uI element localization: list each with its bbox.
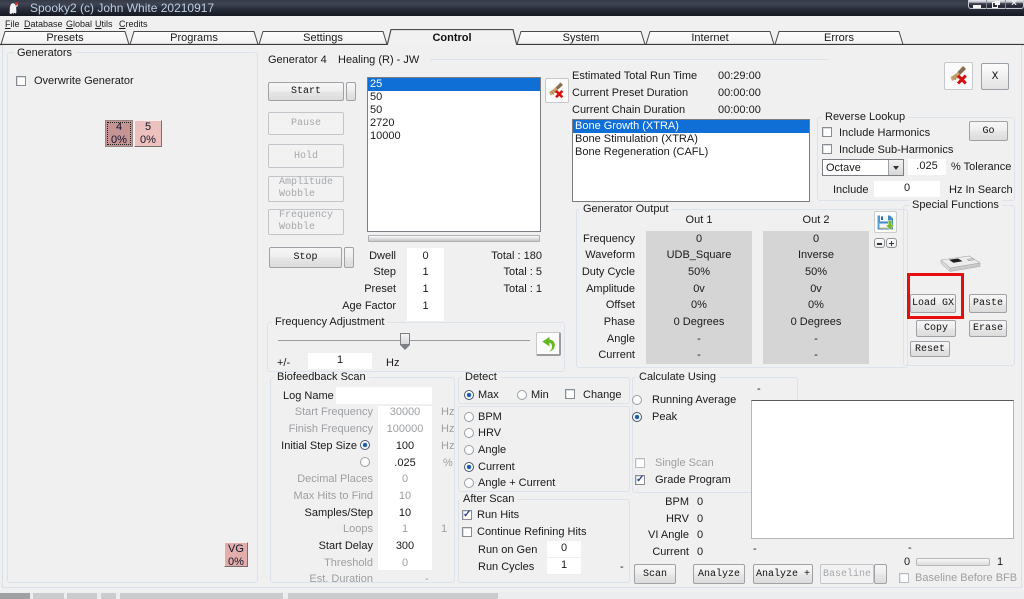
svg-text:Settings: Settings — [303, 32, 343, 44]
svg-text:Control: Control — [432, 32, 471, 44]
svg-text:Internet: Internet — [691, 32, 728, 44]
svg-text:System: System — [563, 32, 600, 44]
svg-text:Presets: Presets — [46, 32, 84, 44]
svg-text:Programs: Programs — [170, 32, 218, 44]
svg-text:Errors: Errors — [824, 32, 854, 44]
